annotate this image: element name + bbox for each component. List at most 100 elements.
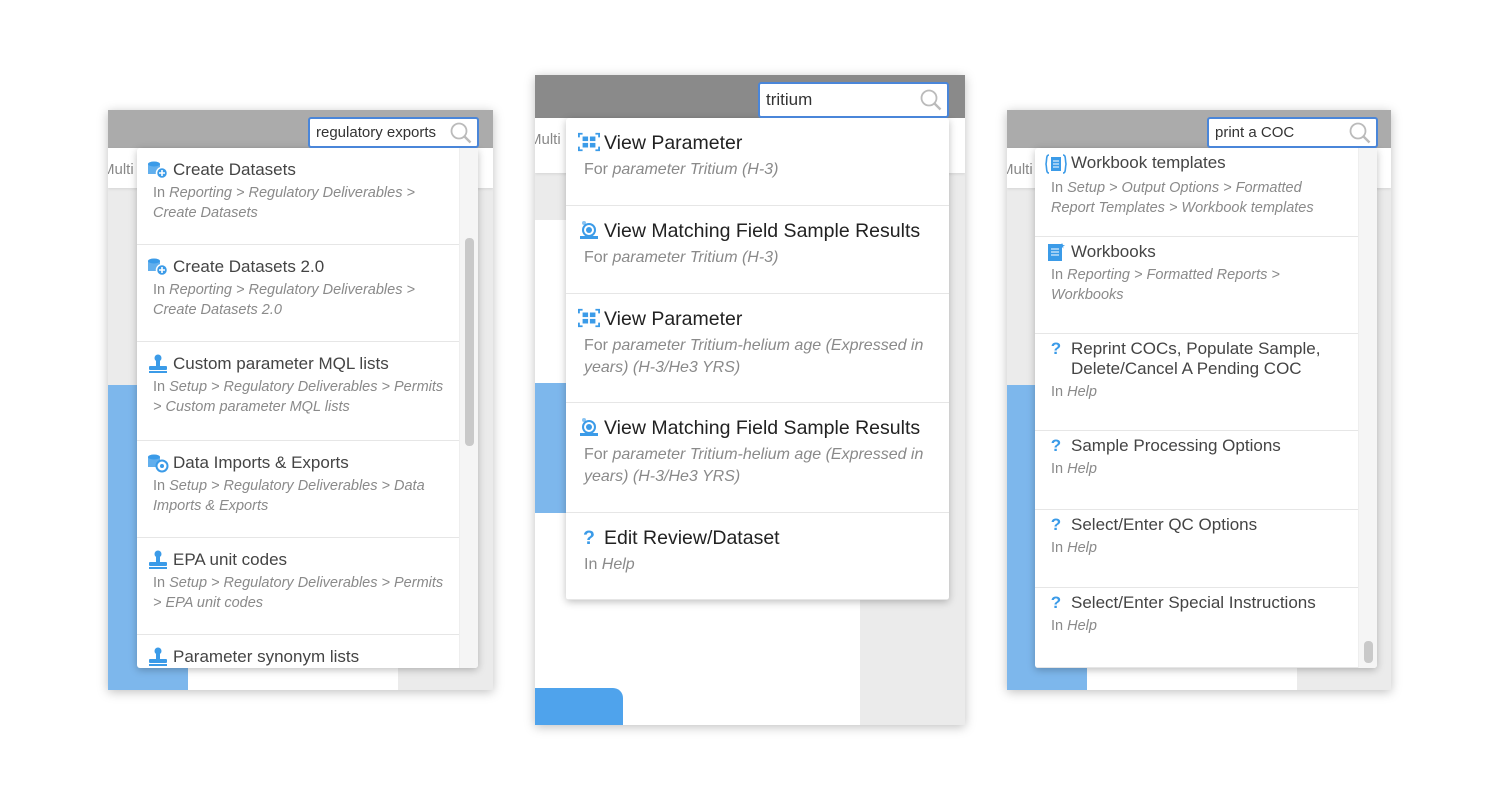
result-location: In Help — [1045, 383, 1345, 403]
location-path: Help — [601, 556, 635, 573]
nav-label[interactable]: Multi — [1007, 161, 1033, 178]
scrollbar[interactable] — [1358, 148, 1377, 668]
location-path: Setup > Output Options > Formatted Repor… — [1051, 180, 1314, 216]
location-path: Help — [1067, 384, 1097, 400]
search-demo-panel: Multi tritium View Parameter For paramete… — [535, 75, 965, 725]
search-icon[interactable] — [919, 89, 943, 111]
result-location: In Reporting > Regulatory Deliverables >… — [147, 184, 446, 223]
result-title: Parameter synonym lists — [173, 647, 360, 666]
search-input[interactable]: tritium — [760, 90, 919, 110]
search-result-item[interactable]: View Parameter For parameter Tritium (H-… — [566, 118, 949, 206]
result-location: For parameter Tritium-helium age (Expres… — [578, 335, 935, 379]
search-result-item[interactable]: Workbook templates In Setup > Output Opt… — [1035, 148, 1359, 237]
location-prefix: In — [1051, 618, 1064, 634]
result-title: View Parameter — [604, 308, 743, 330]
location-prefix: For — [584, 337, 608, 354]
search-icon[interactable] — [449, 122, 473, 144]
search-results-dropdown: Workbook templates In Setup > Output Opt… — [1035, 148, 1377, 668]
search-result-item[interactable]: Create Datasets In Reporting > Regulator… — [137, 148, 460, 245]
scrollbar[interactable] — [459, 148, 478, 668]
location-prefix: In — [1051, 540, 1064, 556]
nav-label[interactable]: Multi — [108, 161, 134, 178]
result-title: Create Datasets — [173, 160, 296, 179]
location-prefix: In — [153, 379, 166, 395]
search-input[interactable]: print a COC — [1209, 124, 1348, 141]
field-sample-icon — [578, 220, 600, 240]
help-icon: ? — [583, 527, 595, 549]
search-result-item[interactable]: View Matching Field Sample Results For p… — [566, 206, 949, 294]
search-result-item[interactable]: View Parameter For parameter Tritium-hel… — [566, 294, 949, 403]
location-prefix: In — [1051, 267, 1064, 283]
help-icon: ? — [1050, 593, 1062, 612]
search-result-item[interactable]: ? Select/Enter Special Instructions In He… — [1035, 588, 1359, 668]
search-result-item[interactable]: Data Imports & Exports In Setup > Regula… — [137, 441, 460, 538]
location-path: Setup > Regulatory Deliverables > Permit… — [153, 379, 444, 415]
location-path: parameter Tritium (H-3) — [612, 249, 779, 266]
search-results-dropdown: Create Datasets In Reporting > Regulator… — [137, 148, 478, 668]
result-title: Reprint COCs, Populate Sample, Delete/Ca… — [1071, 339, 1321, 378]
search-icon[interactable] — [1348, 122, 1372, 144]
search-result-item[interactable]: ? Select/Enter QC Options In Help — [1035, 510, 1359, 588]
result-title: View Parameter — [604, 132, 743, 154]
search-result-item[interactable]: ? Sample Processing Options In Help — [1035, 431, 1359, 510]
result-title: Data Imports & Exports — [173, 453, 349, 472]
result-title: View Matching Field Sample Results — [604, 220, 921, 242]
location-path: Reporting > Regulatory Deliverables > Cr… — [153, 282, 415, 318]
location-path: Help — [1067, 618, 1097, 634]
location-path: parameter Tritium-helium age (Expressed … — [584, 337, 924, 376]
search-result-item[interactable]: Create Datasets 2.0 In Reporting > Regul… — [137, 245, 460, 342]
location-prefix: In — [1051, 384, 1064, 400]
location-prefix: In — [153, 575, 166, 591]
location-path: Reporting > Regulatory Deliverables > Cr… — [153, 185, 415, 221]
scrollbar-thumb[interactable] — [1364, 641, 1373, 663]
search-result-item[interactable]: ? Edit Review/Dataset In Help — [566, 513, 949, 600]
search-result-item[interactable]: View Matching Field Sample Results For p… — [566, 403, 949, 513]
search-box[interactable]: print a COC — [1207, 117, 1378, 148]
result-location: In Help — [1045, 617, 1345, 637]
workbook-icon — [1045, 242, 1067, 262]
search-result-item[interactable]: EPA unit codes In Setup > Regulatory Del… — [137, 538, 460, 635]
result-title: Create Datasets 2.0 — [173, 257, 325, 276]
search-result-item[interactable]: Parameter synonym lists — [137, 635, 460, 668]
nav-label[interactable]: Multi — [535, 131, 561, 148]
location-prefix: For — [584, 249, 608, 266]
location-prefix: In — [153, 282, 166, 298]
search-input[interactable]: regulatory exports — [310, 124, 449, 141]
scrollbar-thumb[interactable] — [465, 238, 474, 446]
field-sample-icon — [578, 417, 600, 437]
location-prefix: In — [153, 478, 166, 494]
result-location: In Help — [1045, 539, 1345, 559]
result-location: In Help — [578, 554, 935, 576]
stamp-icon — [147, 354, 169, 374]
search-result-item[interactable]: Custom parameter MQL lists In Setup > Re… — [137, 342, 460, 441]
result-title: Workbooks — [1071, 242, 1156, 261]
result-title: Edit Review/Dataset — [604, 527, 780, 549]
result-title: Select/Enter Special Instructions — [1071, 593, 1316, 612]
search-result-item[interactable]: ? Reprint COCs, Populate Sample, Delete/C… — [1035, 334, 1359, 431]
result-location: In Reporting > Regulatory Deliverables >… — [147, 281, 446, 320]
stamp-icon — [147, 550, 169, 570]
location-path: Help — [1067, 461, 1097, 477]
parameter-grid-icon — [578, 308, 600, 328]
help-icon: ? — [1050, 339, 1062, 358]
location-path: Help — [1067, 540, 1097, 556]
search-results-dropdown: View Parameter For parameter Tritium (H-… — [566, 118, 949, 600]
search-box[interactable]: regulatory exports — [308, 117, 479, 148]
result-title: View Matching Field Sample Results — [604, 417, 921, 439]
location-path: Reporting > Formatted Reports > Workbook… — [1051, 267, 1280, 303]
result-title: EPA unit codes — [173, 550, 288, 569]
dataset-gear-icon — [147, 453, 169, 473]
result-location: For parameter Tritium (H-3) — [578, 159, 935, 181]
search-box[interactable]: tritium — [758, 82, 949, 118]
location-prefix: In — [153, 185, 166, 201]
help-icon: ? — [1050, 515, 1062, 534]
result-title: Select/Enter QC Options — [1071, 515, 1258, 534]
result-location: In Setup > Regulatory Deliverables > Per… — [147, 574, 446, 613]
search-result-item[interactable]: Workbooks In Reporting > Formatted Repor… — [1035, 237, 1359, 334]
location-prefix: In — [1051, 180, 1064, 196]
result-title: Sample Processing Options — [1071, 436, 1281, 455]
result-location: In Setup > Regulatory Deliverables > Per… — [147, 378, 446, 417]
result-title: Workbook templates — [1071, 153, 1226, 172]
stamp-icon — [147, 647, 169, 667]
result-title: Custom parameter MQL lists — [173, 354, 389, 373]
